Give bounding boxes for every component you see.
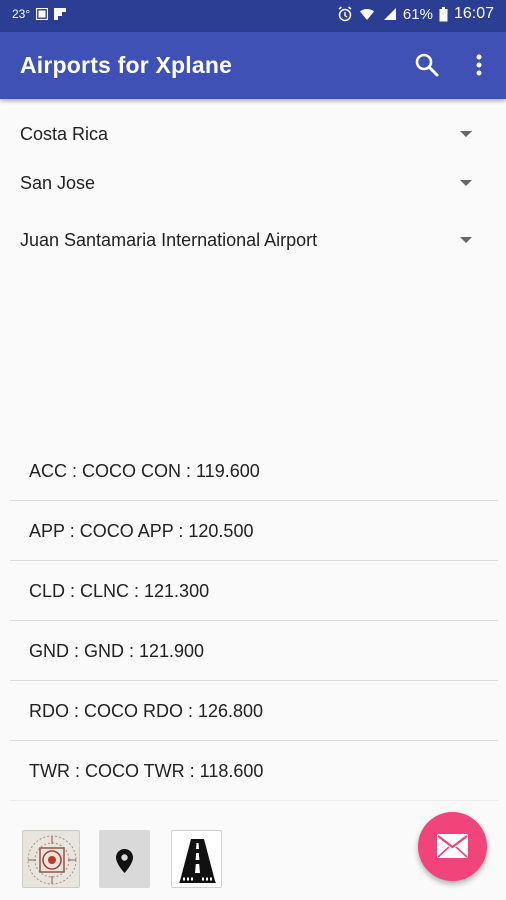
chevron-down-icon xyxy=(460,131,472,137)
email-fab-button[interactable] xyxy=(418,812,487,881)
country-dropdown[interactable]: Costa Rica xyxy=(0,112,506,158)
chevron-down-icon xyxy=(460,237,472,243)
app-screen: 23° 61% 16:07 Airports for Xplane Costa … xyxy=(0,0,506,900)
frequency-text: CLD : CLNC : 121.300 xyxy=(29,581,210,601)
country-dropdown-value: Costa Rica xyxy=(20,124,109,144)
list-item[interactable]: GND : GND : 121.900 xyxy=(10,621,498,681)
clock-text: 16:07 xyxy=(453,5,494,22)
frequency-text: APP : COCO APP : 120.500 xyxy=(29,521,254,541)
search-icon[interactable] xyxy=(414,52,440,78)
runway-button[interactable] xyxy=(171,830,222,888)
alarm-icon xyxy=(337,6,353,22)
battery-text: 61% xyxy=(402,5,433,23)
status-bar-right: 61% 16:07 xyxy=(337,5,494,23)
app-bar: Airports for Xplane xyxy=(0,32,506,99)
status-bar-left: 23° xyxy=(12,7,67,21)
airport-dropdown-value: Juan Santamaria International Airport xyxy=(20,230,318,250)
signal-icon xyxy=(381,6,397,22)
battery-icon xyxy=(439,6,448,22)
airport-dropdown[interactable]: Juan Santamaria International Airport xyxy=(0,218,506,264)
list-item[interactable]: TWR : COCO TWR : 118.600 xyxy=(10,741,498,801)
wifi-icon xyxy=(359,6,375,22)
more-vert-icon[interactable] xyxy=(468,52,490,78)
flipboard-icon xyxy=(54,8,67,20)
email-icon xyxy=(437,834,468,858)
frequency-text: RDO : COCO RDO : 126.800 xyxy=(29,701,264,721)
temperature-text: 23° xyxy=(12,7,31,21)
frequency-list: ACC : COCO CON : 119.600 APP : COCO APP … xyxy=(10,441,498,801)
list-item[interactable]: CLD : CLNC : 121.300 xyxy=(10,561,498,621)
list-item[interactable]: APP : COCO APP : 120.500 xyxy=(10,501,498,561)
map-button[interactable] xyxy=(99,830,150,888)
map-pin-icon xyxy=(116,849,133,873)
app-title: Airports for Xplane xyxy=(20,52,233,78)
city-dropdown[interactable]: San Jose xyxy=(0,161,506,207)
city-dropdown-value: San Jose xyxy=(20,173,96,193)
chevron-down-icon xyxy=(460,180,472,186)
list-item[interactable]: RDO : COCO RDO : 126.800 xyxy=(10,681,498,741)
list-item[interactable]: ACC : COCO CON : 119.600 xyxy=(10,441,498,501)
frequency-text: TWR : COCO TWR : 118.600 xyxy=(29,761,264,781)
gallery-icon xyxy=(36,8,49,20)
status-bar: 23° 61% 16:07 xyxy=(0,0,506,32)
frequency-text: ACC : COCO CON : 119.600 xyxy=(29,461,260,481)
frequency-text: GND : GND : 121.900 xyxy=(29,641,205,661)
radar-button[interactable] xyxy=(22,830,80,888)
runway-icon xyxy=(179,839,216,883)
radar-icon xyxy=(27,835,77,885)
